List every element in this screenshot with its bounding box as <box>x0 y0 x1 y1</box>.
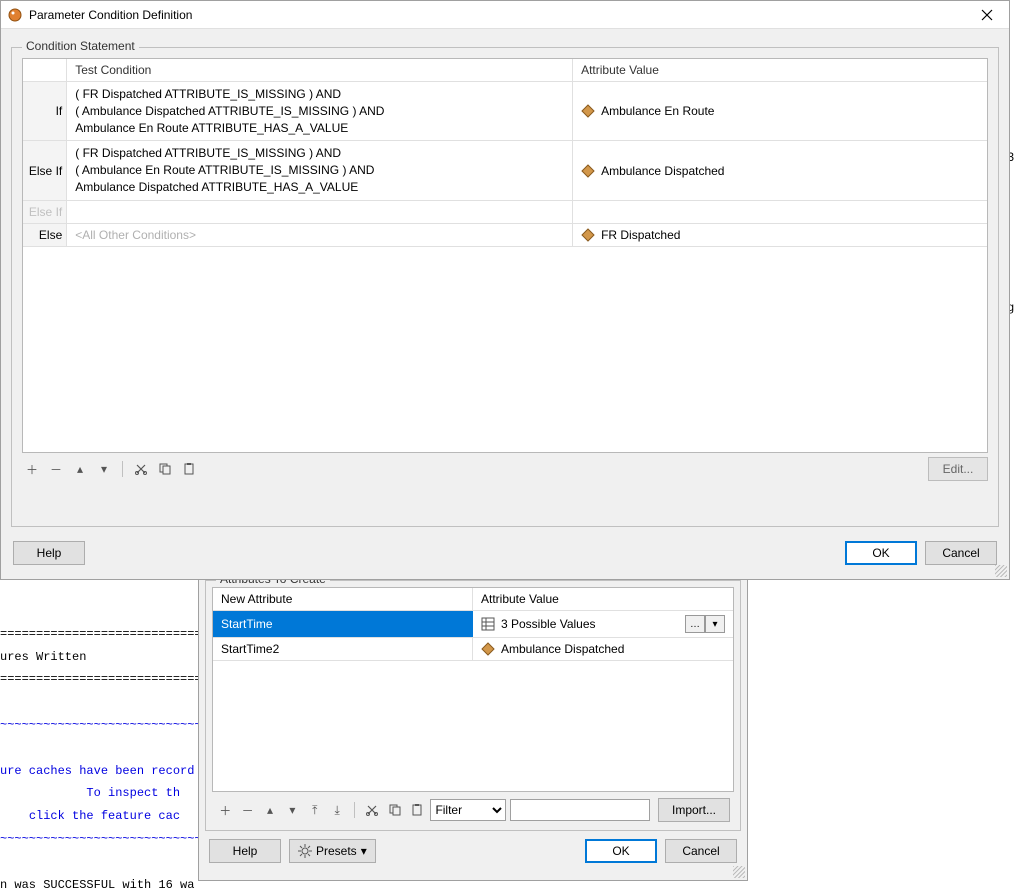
paste-button[interactable] <box>408 800 426 820</box>
attribute-row[interactable]: StartTime 3 Possible Values … ▾ <box>213 611 733 638</box>
titlebar: Parameter Condition Definition <box>1 1 1009 29</box>
condition-row[interactable]: If ( FR Dispatched ATTRIBUTE_IS_MISSING … <box>23 82 987 141</box>
app-icon <box>7 7 23 23</box>
attribute-row[interactable]: StartTime2 Ambulance Dispatched <box>213 638 733 661</box>
chevron-down-icon: ▾ <box>361 844 367 858</box>
move-down-button[interactable]: ▾ <box>94 459 114 479</box>
value-cell[interactable]: Ambulance En Route <box>573 82 987 140</box>
add-button[interactable]: ＋ <box>216 800 234 820</box>
import-button[interactable]: Import... <box>658 798 730 822</box>
ok-button[interactable]: OK <box>845 541 917 565</box>
col-keyword <box>23 59 67 81</box>
condition-header: Test Condition Attribute Value <box>23 59 987 82</box>
dialog-title: Parameter Condition Definition <box>29 8 967 22</box>
attr-name-cell[interactable]: StartTime <box>213 611 473 637</box>
resize-grip[interactable] <box>995 565 1007 577</box>
attributes-header: New Attribute Attribute Value <box>213 588 733 611</box>
remove-button[interactable]: － <box>46 459 66 479</box>
col-test-condition[interactable]: Test Condition <box>67 59 573 81</box>
col-new-attribute[interactable]: New Attribute <box>213 588 473 610</box>
condition-toolbar: ＋ － ▴ ▾ Edit... <box>22 453 988 483</box>
keyword-cell: Else If <box>23 141 67 199</box>
diamond-icon <box>581 228 595 242</box>
copy-button[interactable] <box>155 459 175 479</box>
copy-button[interactable] <box>386 800 404 820</box>
resize-grip[interactable] <box>733 866 745 878</box>
keyword-cell: If <box>23 82 67 140</box>
filter-input[interactable] <box>510 799 650 821</box>
toolbar-sep <box>122 461 123 477</box>
move-top-button[interactable]: ⤒ <box>306 800 324 820</box>
move-up-button[interactable]: ▴ <box>70 459 90 479</box>
toolbar-sep <box>354 802 355 818</box>
condition-row[interactable]: Else If ( FR Dispatched ATTRIBUTE_IS_MIS… <box>23 141 987 200</box>
remove-button[interactable]: － <box>238 800 256 820</box>
col-attribute-value[interactable]: Attribute Value <box>573 59 987 81</box>
attr-options-button[interactable]: … <box>685 615 705 633</box>
cancel-button[interactable]: Cancel <box>925 541 997 565</box>
move-up-button[interactable]: ▴ <box>261 800 279 820</box>
col-attribute-value[interactable]: Attribute Value <box>473 588 733 610</box>
keyword-cell: Else <box>23 224 67 246</box>
close-icon <box>981 9 993 21</box>
attr-value-cell[interactable]: 3 Possible Values … ▾ <box>473 611 733 637</box>
close-button[interactable] <box>967 2 1007 28</box>
diamond-icon <box>581 164 595 178</box>
attr-dropdown-button[interactable]: ▾ <box>705 615 725 633</box>
cut-button[interactable] <box>363 800 381 820</box>
test-cell[interactable]: ( FR Dispatched ATTRIBUTE_IS_MISSING ) A… <box>67 141 573 199</box>
test-cell[interactable]: ( FR Dispatched ATTRIBUTE_IS_MISSING ) A… <box>67 82 573 140</box>
keyword-cell: Else If <box>23 201 67 223</box>
filter-select[interactable]: Filter <box>430 799 506 821</box>
attributes-toolbar: ＋ － ▴ ▾ ⤒ ⤓ Filter Import... <box>212 792 734 828</box>
attr-value-text: Ambulance Dispatched <box>501 642 624 656</box>
cut-button[interactable] <box>131 459 151 479</box>
attributes-table: New Attribute Attribute Value StartTime … <box>212 587 734 792</box>
diamond-icon <box>581 104 595 118</box>
condition-table: Test Condition Attribute Value If ( FR D… <box>22 58 988 453</box>
move-down-button[interactable]: ▾ <box>283 800 301 820</box>
attributes-dialog: Attributes To Create New Attribute Attri… <box>198 578 748 881</box>
paste-button[interactable] <box>179 459 199 479</box>
value-cell[interactable]: Ambulance Dispatched <box>573 141 987 199</box>
value-cell[interactable]: FR Dispatched <box>573 224 987 246</box>
help-button[interactable]: Help <box>209 839 281 863</box>
parameter-condition-dialog: Parameter Condition Definition Condition… <box>0 0 1010 580</box>
add-button[interactable]: ＋ <box>22 459 42 479</box>
edit-button[interactable]: Edit... <box>928 457 988 481</box>
test-cell[interactable]: <All Other Conditions> <box>67 224 573 246</box>
condition-row[interactable]: Else If <box>23 201 987 224</box>
attr-value-cell[interactable]: Ambulance Dispatched <box>473 638 733 660</box>
value-cell[interactable] <box>573 201 987 223</box>
move-bottom-button[interactable]: ⤓ <box>328 800 346 820</box>
presets-button[interactable]: Presets ▾ <box>289 839 376 863</box>
ok-button[interactable]: OK <box>585 839 657 863</box>
gear-icon <box>298 844 312 858</box>
grid-icon <box>481 617 495 631</box>
condition-group-label: Condition Statement <box>22 39 139 53</box>
help-button[interactable]: Help <box>13 541 85 565</box>
attr-name-cell[interactable]: StartTime2 <box>213 638 473 660</box>
cancel-button[interactable]: Cancel <box>665 839 737 863</box>
attr-value-text: 3 Possible Values <box>501 617 596 631</box>
condition-row[interactable]: Else <All Other Conditions> FR Dispatche… <box>23 224 987 247</box>
diamond-icon <box>481 642 495 656</box>
test-cell[interactable] <box>67 201 573 223</box>
